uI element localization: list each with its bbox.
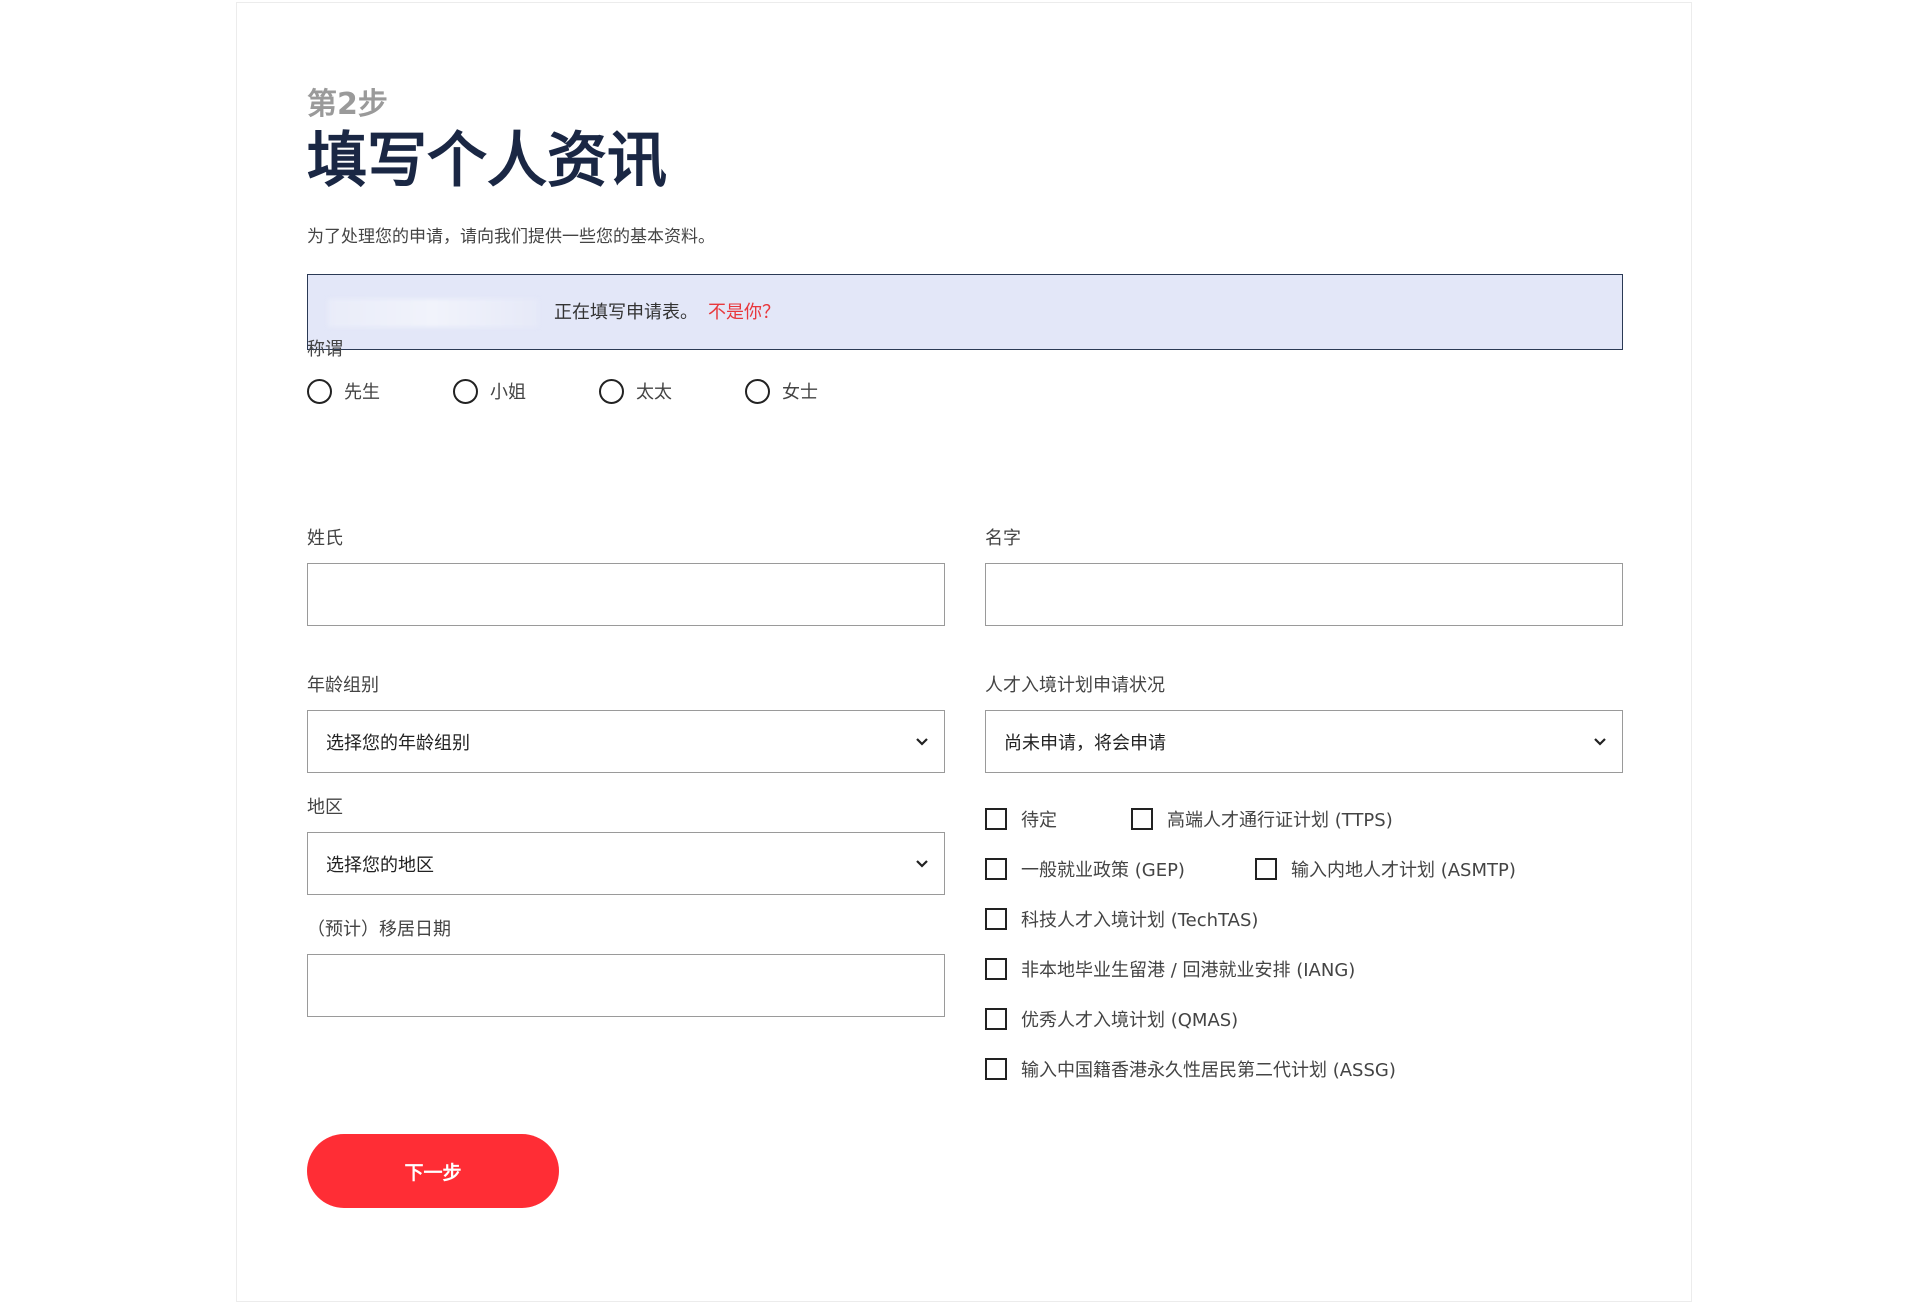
surname-input[interactable] — [307, 563, 945, 626]
radio-circle[interactable] — [307, 378, 332, 404]
checkbox-row: 科技人才入境计划 (TechTAS) — [985, 894, 1516, 944]
checkbox-assg[interactable]: 输入中国籍香港永久性居民第二代计划 (ASSG) — [985, 1056, 1396, 1082]
radio-ms[interactable]: 女士 — [745, 378, 891, 404]
age-group-label: 年龄组别 — [307, 675, 379, 696]
radio-label: 小姐 — [490, 382, 526, 403]
checkbox-label: 优秀人才入境计划 (QMAS) — [1021, 1010, 1239, 1031]
salutation-label: 称谓 — [307, 339, 343, 360]
chevron-down-icon — [916, 860, 928, 868]
checkbox-label: 科技人才入境计划 (TechTAS) — [1021, 910, 1259, 931]
checkbox-label: 输入内地人才计划 (ASMTP) — [1291, 860, 1516, 881]
talent-status-value: 尚未申请，将会申请 — [1004, 732, 1166, 754]
checkbox-row: 优秀人才入境计划 (QMAS) — [985, 994, 1516, 1044]
checkbox-asmtp[interactable]: 输入内地人才计划 (ASMTP) — [1255, 856, 1516, 882]
checkbox[interactable] — [985, 908, 1007, 930]
radio-circle[interactable] — [599, 378, 624, 404]
scheme-checkbox-group: 待定 高端人才通行证计划 (TTPS) 一般就业政策 (GEP) 输入内地人才计… — [985, 794, 1516, 1094]
region-label: 地区 — [307, 797, 343, 818]
region-select[interactable]: 选择您的地区 — [307, 832, 945, 895]
radio-mrs[interactable]: 太太 — [599, 378, 745, 404]
region-value: 选择您的地区 — [326, 854, 434, 876]
age-group-select[interactable]: 选择您的年龄组别 — [307, 710, 945, 773]
radio-circle[interactable] — [745, 378, 770, 404]
talent-status-select[interactable]: 尚未申请，将会申请 — [985, 710, 1623, 773]
checkbox[interactable] — [985, 808, 1007, 830]
checkbox-row: 一般就业政策 (GEP) 输入内地人才计划 (ASMTP) — [985, 844, 1516, 894]
checkbox-row: 待定 高端人才通行证计划 (TTPS) — [985, 794, 1516, 844]
checkbox[interactable] — [985, 958, 1007, 980]
move-date-input[interactable] — [307, 954, 945, 1017]
surname-label: 姓氏 — [307, 528, 343, 549]
radio-mr[interactable]: 先生 — [307, 378, 453, 404]
radio-circle[interactable] — [453, 378, 478, 404]
radio-label: 女士 — [782, 382, 818, 403]
checkbox-gep[interactable]: 一般就业政策 (GEP) — [985, 856, 1255, 882]
checkbox-row: 输入中国籍香港永久性居民第二代计划 (ASSG) — [985, 1044, 1516, 1094]
next-button[interactable]: 下一步 — [307, 1134, 559, 1208]
checkbox-label: 输入中国籍香港永久性居民第二代计划 (ASSG) — [1021, 1060, 1396, 1081]
checkbox-qmas[interactable]: 优秀人才入境计划 (QMAS) — [985, 1006, 1238, 1032]
checkbox-label: 一般就业政策 (GEP) — [1021, 860, 1185, 881]
checkbox-label: 待定 — [1021, 810, 1057, 831]
checkbox[interactable] — [1131, 808, 1153, 830]
talent-status-label: 人才入境计划申请状况 — [985, 675, 1165, 696]
chevron-down-icon — [916, 738, 928, 746]
checkbox-label: 高端人才通行证计划 (TTPS) — [1167, 810, 1393, 831]
given-name-input[interactable] — [985, 563, 1623, 626]
form-card: 第2步 填写个人资讯 为了处理您的申请，请向我们提供一些您的基本资料。 正在填写… — [236, 2, 1692, 1302]
radio-miss[interactable]: 小姐 — [453, 378, 599, 404]
age-group-value: 选择您的年龄组别 — [326, 732, 470, 754]
checkbox-row: 非本地毕业生留港 / 回港就业安排 (IANG) — [985, 944, 1516, 994]
checkbox[interactable] — [1255, 858, 1277, 880]
chevron-down-icon — [1594, 738, 1606, 746]
checkbox[interactable] — [985, 1008, 1007, 1030]
given-name-label: 名字 — [985, 528, 1021, 549]
checkbox[interactable] — [985, 858, 1007, 880]
checkbox-pending[interactable]: 待定 — [985, 806, 1131, 832]
checkbox-iang[interactable]: 非本地毕业生留港 / 回港就业安排 (IANG) — [985, 956, 1355, 982]
checkbox-techtas[interactable]: 科技人才入境计划 (TechTAS) — [985, 906, 1258, 932]
radio-label: 先生 — [344, 382, 380, 403]
checkbox-ttps[interactable]: 高端人才通行证计划 (TTPS) — [1131, 806, 1393, 832]
move-date-label: （预计）移居日期 — [307, 919, 451, 940]
salutation-radio-group: 先生 小姐 太太 女士 — [307, 378, 891, 404]
checkbox[interactable] — [985, 1058, 1007, 1080]
radio-label: 太太 — [636, 382, 672, 403]
checkbox-label: 非本地毕业生留港 / 回港就业安排 (IANG) — [1021, 960, 1356, 981]
form-fields: 称谓 先生 小姐 太太 女士 姓氏 名字 年龄组别 选择您的年龄组别 人才入境计… — [307, 3, 1623, 1303]
